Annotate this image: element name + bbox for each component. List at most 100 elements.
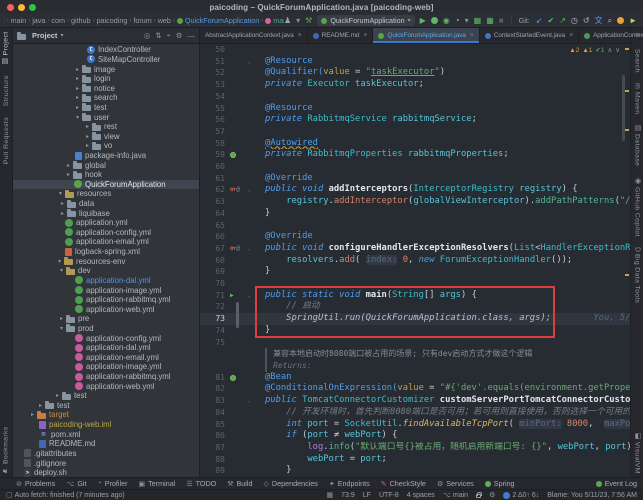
tree-item-search[interactable]: ▸ search xyxy=(13,93,199,103)
tree-item-application-dal-yml[interactable]: application-dal.yml xyxy=(13,343,199,353)
status-utf-8[interactable]: UTF-8 xyxy=(379,491,399,499)
tab-abstractapplicationcontext-java[interactable]: AbstractApplicationContext.java × xyxy=(200,28,308,43)
tree-item-sitemapcontroller[interactable]: C SiteMapController xyxy=(13,55,199,65)
tree-item-notice[interactable]: ▸ notice xyxy=(13,83,199,93)
stop-button[interactable]: ■ xyxy=(499,16,504,26)
breadcrumb-item-com[interactable]: com xyxy=(51,16,65,25)
toolwindow-dependencies[interactable]: ◇ Dependencies xyxy=(264,479,318,488)
spring-bean-gutter-icon[interactable] xyxy=(230,374,236,381)
commit-button[interactable]: ✔ xyxy=(548,16,555,26)
close-tab-icon[interactable]: × xyxy=(298,32,302,39)
tree-item--gitignore[interactable]: .gitignore xyxy=(13,458,199,468)
tree-item-application-email-yml[interactable]: application-email.yml xyxy=(13,237,199,247)
tree-item-hook[interactable]: ▸ hook xyxy=(13,170,199,180)
tree-item-liquibase[interactable]: ▸ liquibase xyxy=(13,208,199,218)
tree-item-application-rabbitmq-yml[interactable]: application-rabbitmq.yml xyxy=(13,372,199,382)
chevron-right-icon[interactable]: ▸ xyxy=(58,200,67,207)
tree-item-resources[interactable]: ▾ resources xyxy=(13,189,199,199)
error-stripe[interactable] xyxy=(625,44,630,477)
chevron-down-icon[interactable]: ▾ xyxy=(55,258,64,265)
fold-icon[interactable]: ⌄ xyxy=(247,56,251,68)
toolwindow-database[interactable]: ▤ Database xyxy=(633,124,642,167)
editor-scrollbar[interactable] xyxy=(622,75,625,141)
status-lock[interactable] xyxy=(476,491,483,499)
run-button[interactable]: ▶ xyxy=(420,16,426,26)
update-project-button[interactable]: ↙ xyxy=(536,16,543,26)
profiler-button[interactable]: ◔ xyxy=(455,16,460,26)
hide-panel-button[interactable]: — xyxy=(188,31,196,40)
push-button[interactable]: ↗ xyxy=(559,16,566,26)
status-lf[interactable]: LF xyxy=(363,491,371,499)
override-gutter-icon[interactable]: o↑ xyxy=(230,184,236,196)
tab-applicationcontext-java[interactable]: ApplicationContext.java xyxy=(579,28,643,43)
rollback-button[interactable]: ↺ xyxy=(583,16,590,26)
breadcrumb-item-github[interactable]: github xyxy=(71,16,91,25)
toolwindow-problems[interactable]: ⊘ Problems xyxy=(16,479,55,488)
tree-item-application-web-yml[interactable]: application-web.yml xyxy=(13,304,199,314)
toolwindow-terminal[interactable]: ▣ Terminal xyxy=(139,479,176,488)
tree-item-application-config-yml[interactable]: application-config.yml xyxy=(13,228,199,238)
status-main[interactable]: ⌥ main xyxy=(443,491,468,500)
profiler-dropdown-icon[interactable]: ▾ xyxy=(465,16,469,26)
zoom-window-button[interactable] xyxy=(29,4,36,11)
close-tab-icon[interactable]: × xyxy=(363,32,367,39)
fold-icon[interactable]: ⌄ xyxy=(247,395,251,407)
tree-item-application-yml[interactable]: application.yml xyxy=(13,218,199,228)
status-grid[interactable]: ▦ xyxy=(327,491,334,499)
chevron-down-icon[interactable]: ▾ xyxy=(56,190,65,197)
stripe-warning-mark[interactable] xyxy=(625,129,629,131)
debug-button[interactable] xyxy=(430,17,438,24)
chevron-right-icon[interactable]: ▸ xyxy=(53,392,62,399)
status-73-9[interactable]: 73:9 xyxy=(341,491,355,499)
minimize-window-button[interactable] xyxy=(18,4,25,11)
tree-item-vo[interactable]: ▸ vo xyxy=(13,141,199,151)
toolwindow-visualvm[interactable]: ◧ VisualVM xyxy=(633,432,642,474)
select-opened-file-button[interactable]: ◎ xyxy=(144,31,151,40)
tree-item-target[interactable]: ▸ target xyxy=(13,410,199,420)
tree-item-application-dal-yml[interactable]: application-dal.yml xyxy=(13,276,199,286)
tree-item-user[interactable]: ▾ user xyxy=(13,112,199,122)
spring-bean-gutter-icon[interactable] xyxy=(230,152,236,159)
status-left[interactable]: ▢ Auto fetch: finished (7 minutes ago) xyxy=(6,491,125,500)
chevron-right-icon[interactable]: ▸ xyxy=(64,162,73,169)
toolwindow-todo[interactable]: ☰ TODO xyxy=(186,479,216,488)
tree-item-data[interactable]: ▸ data xyxy=(13,199,199,209)
chevron-right-icon[interactable]: ▸ xyxy=(73,94,82,101)
plugin-play-button[interactable]: ► xyxy=(629,16,637,26)
chevron-right-icon[interactable]: ▸ xyxy=(36,402,45,409)
tree-item-image[interactable]: ▸ image xyxy=(13,64,199,74)
tree-item--gitattributes[interactable]: .gitattributes xyxy=(13,449,199,459)
toolwindow-pull-requests[interactable]: Pull Requests xyxy=(3,117,10,164)
run-main-gutter-icon[interactable]: ▶ xyxy=(230,290,234,302)
toolwindow-git[interactable]: ⌥ Git xyxy=(66,479,86,488)
chevron-right-icon[interactable]: ▸ xyxy=(73,85,82,92)
fold-icon[interactable]: ⌄ xyxy=(247,243,251,255)
prev-problem-icon[interactable]: ∧ xyxy=(607,46,612,54)
toolwindow-big-data-tools[interactable]: D Big Data Tools xyxy=(634,247,641,304)
toolwindow-endpoints[interactable]: ✦ Endpoints xyxy=(329,479,370,488)
profile-dropdown-icon[interactable]: ▾ xyxy=(296,16,300,26)
tree-item-paicoding-web-iml[interactable]: paicoding-web.iml xyxy=(13,420,199,430)
toolwindow-event-log[interactable]: Event Log xyxy=(595,479,637,488)
translate-button[interactable]: 文 xyxy=(595,16,603,26)
breadcrumb-item-main[interactable]: main xyxy=(11,16,27,25)
breadcrumb-item-main[interactable]: main xyxy=(265,16,284,25)
chevron-right-icon[interactable]: ▸ xyxy=(73,104,82,111)
status-4-spaces[interactable]: 4 spaces xyxy=(407,491,435,499)
chevron-down-icon[interactable]: ▾ xyxy=(73,114,82,121)
tree-item-test[interactable]: ▸ test xyxy=(13,401,199,411)
toolwindow-checkstyle[interactable]: ✎ CheckStyle xyxy=(381,479,426,488)
breadcrumb-item-forum[interactable]: forum xyxy=(133,16,151,25)
project-dropdown-icon[interactable]: ▾ xyxy=(60,32,63,39)
status-gear[interactable]: ⚙ xyxy=(489,491,495,499)
tree-item-application-email-yml[interactable]: application-email.yml xyxy=(13,353,199,363)
next-problem-icon[interactable]: ∨ xyxy=(615,46,620,54)
chevron-right-icon[interactable]: ▸ xyxy=(64,171,73,178)
tree-item-login[interactable]: ▸ login xyxy=(13,74,199,84)
tree-item-pre[interactable]: ▸ pre xyxy=(13,314,199,324)
coverage-button[interactable]: ◉ xyxy=(443,16,450,26)
build-project-button[interactable]: ▦ xyxy=(474,16,482,26)
toolwindow-structure[interactable]: Structure xyxy=(3,75,10,106)
breadcrumb-item-java[interactable]: java xyxy=(32,16,45,25)
toolwindow-profiler[interactable]: ◔ Profiler xyxy=(98,479,128,488)
